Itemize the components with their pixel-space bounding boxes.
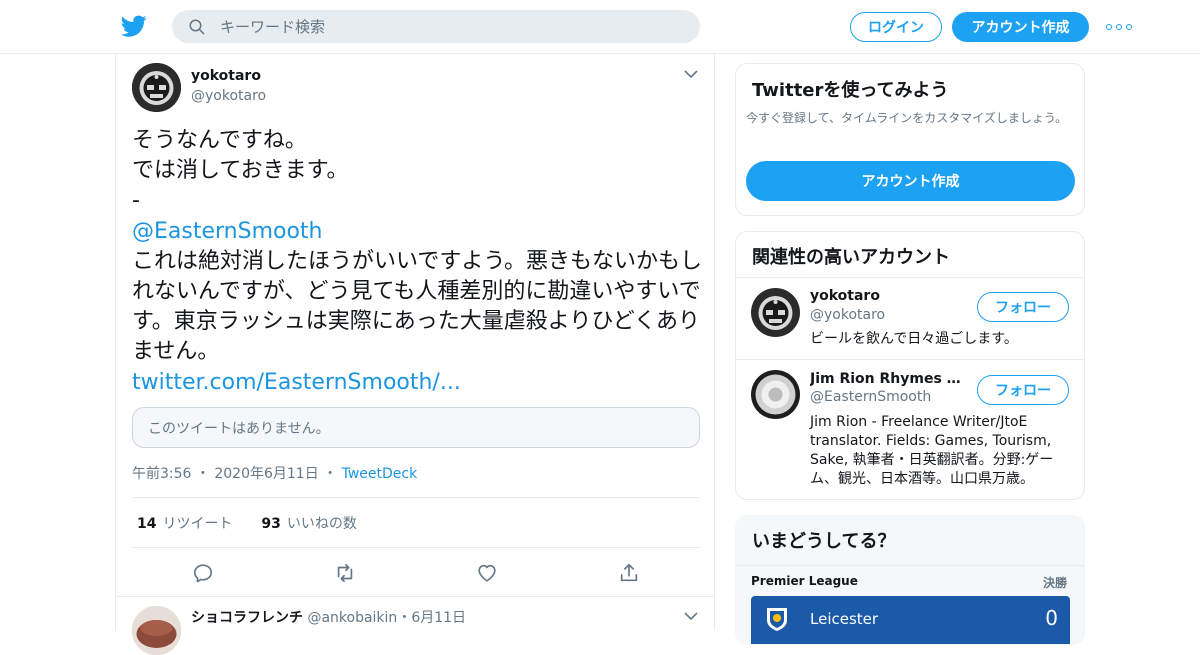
like-stat[interactable]: 93 いいねの数 [261,516,356,532]
divider [132,547,700,548]
mention-link[interactable]: @EasternSmooth [132,217,704,247]
unavailable-quote-text: このツイートはありません。 [148,420,330,437]
unavailable-quote-box: このツイートはありません。 [132,407,700,448]
avatar[interactable] [132,63,181,112]
related-account-bio: Jim Rion - Freelance Writer/JtoE transla… [810,414,1054,487]
avatar[interactable] [132,606,181,655]
pastry-avatar-icon [132,606,181,655]
related-accounts-title: 関連性の高いアカウント [752,247,950,268]
chevron-down-icon[interactable] [684,69,698,79]
follow-button[interactable]: フォロー [977,292,1069,322]
like-count: 93 [261,516,281,532]
search-input[interactable] [220,17,660,36]
tweet-column: yokotaro @yokotaro そうなんですね。では消しておきます。 - @E… [115,54,715,655]
tweet-time[interactable]: 午前3:56 [132,466,191,482]
divider [116,596,714,597]
twitter-bird-icon[interactable] [120,13,148,39]
related-account-name[interactable]: Jim Rion Rhymes wit... [810,371,970,387]
tweet-author-handle[interactable]: @yokotaro [191,88,266,104]
like-label: いいねの数 [286,516,357,532]
retweet-icon[interactable] [334,562,356,584]
tweet-stats: 14 リツイート 93 いいねの数 [137,513,357,533]
tweet-line: - [132,188,140,214]
signup-card: Twitterを使ってみよう 今すぐ登録して、タイムラインをカスタマイズしましょ… [735,63,1085,216]
search-bar[interactable] [172,10,700,43]
leicester-crest-icon [767,608,787,631]
mask-avatar-icon [132,63,181,112]
avatar[interactable] [751,370,800,419]
retweet-stat[interactable]: 14 リツイート [137,516,232,532]
quoted-text: これは絶対消したほうがいいですよう。悪きもないかもしれないんですが、どう見ても人… [132,248,703,365]
tweet-author-name[interactable]: yokotaro [191,68,261,84]
follow-button[interactable]: フォロー [977,375,1069,405]
signup-card-description: 今すぐ登録して、タイムラインをカスタマイズしましょう。 [746,111,1068,125]
trends-title: いまどうしてる？ [752,531,896,552]
divider [736,565,1084,566]
meta-separator: ・ [397,610,412,626]
team-score: 0 [1045,606,1058,630]
meta-separator: ・ [195,466,210,482]
next-tweet-author-name[interactable]: ショコラフレンチ [191,610,303,626]
tweet-text: そうなんですね。では消しておきます。 - @EasternSmooth これは絶対消し… [132,126,704,398]
avatar[interactable] [751,288,800,337]
retweet-count: 14 [137,516,157,532]
heart-icon[interactable] [476,562,498,584]
signup-card-button[interactable]: アカウント作成 [746,161,1075,201]
divider [132,497,700,498]
related-account-handle[interactable]: @EasternSmooth [810,389,931,405]
team-name: Leicester [810,610,879,628]
next-tweet-header: ショコラフレンチ @ankobaikin・6月11日 [191,607,466,627]
signup-card-title: Twitterを使ってみよう [752,80,949,101]
more-dot [1116,24,1122,30]
score-row[interactable]: Leicester 0 [751,596,1070,644]
league-name: Premier League [751,574,858,588]
related-account-name[interactable]: yokotaro [810,288,970,304]
signup-button[interactable]: アカウント作成 [952,12,1089,42]
trends-card: いまどうしてる？ Premier League 決勝 Leicester 0 [735,515,1085,645]
search-icon [189,19,205,34]
tweet-line: そうなんですね。 [132,128,307,153]
mask-avatar-icon [751,288,800,337]
tweet-actions [192,562,638,584]
tweet-date[interactable]: 2020年6月11日 [214,466,318,482]
top-bar: ログイン アカウント作成 [0,0,1200,54]
meta-separator: ・ [323,466,338,482]
lens-avatar-icon [751,370,800,419]
related-account-bio: ビールを飲んで日々過ごします。 [810,331,1018,347]
related-accounts-card: 関連性の高いアカウント yokotaro @yokotaro ビールを飲んで日々… [735,231,1085,500]
tweet-source-link[interactable]: TweetDeck [342,466,418,482]
login-button[interactable]: ログイン [850,12,942,42]
chevron-down-icon[interactable] [684,611,698,621]
tweet-url-link[interactable]: twitter.com/EasternSmooth/... [132,368,704,398]
tweet-line: では消しておきます。 [132,158,349,184]
match-status: 決勝 [1043,576,1068,590]
tweet-metadata: 午前3:56 ・ 2020年6月11日 ・ TweetDeck [132,463,417,483]
retweet-label: リツイート [162,516,233,532]
divider [736,277,1084,278]
next-tweet-date[interactable]: 6月11日 [411,610,466,626]
divider [736,359,1084,360]
more-dot [1106,24,1112,30]
related-account-handle[interactable]: @yokotaro [810,307,885,323]
more-icon[interactable] [1106,18,1132,36]
next-tweet-author-handle[interactable]: @ankobaikin [307,610,397,626]
reply-icon[interactable] [192,562,214,584]
more-dot [1126,24,1132,30]
share-icon[interactable] [618,562,640,584]
